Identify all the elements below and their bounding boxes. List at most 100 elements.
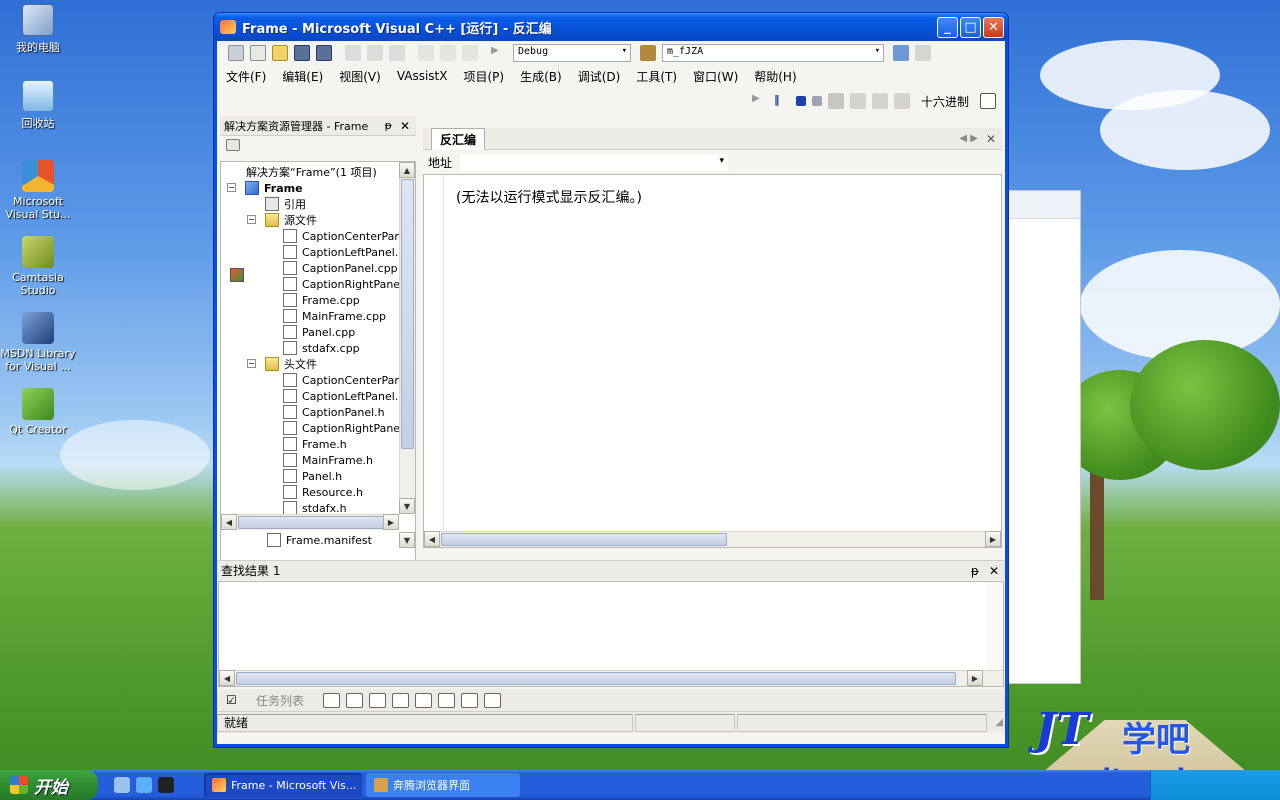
tree-item[interactable]: MainFrame.h bbox=[283, 452, 373, 468]
tree-item[interactable]: MainFrame.cpp bbox=[283, 308, 386, 324]
desktop-icon-camtasia[interactable]: Camtasia Studio bbox=[0, 236, 76, 297]
scroll-down-button[interactable]: ▼ bbox=[399, 498, 415, 514]
system-tray[interactable] bbox=[1150, 770, 1280, 800]
tree-item[interactable]: CaptionCenterPanel bbox=[283, 228, 411, 244]
desktop-icon-visual-studio[interactable]: Microsoft Visual Stu... bbox=[0, 160, 76, 221]
desktop-icon-msdn[interactable]: MSDN Library for Visual ... bbox=[0, 312, 76, 373]
qq-icon[interactable] bbox=[158, 777, 174, 793]
tree-item[interactable]: CaptionCenterPanel bbox=[283, 372, 411, 388]
find-results-panel[interactable]: ◀ ▶ bbox=[218, 581, 1004, 687]
find-results-icon[interactable] bbox=[392, 692, 410, 708]
step-into-icon[interactable] bbox=[849, 93, 866, 109]
tree-item[interactable]: Panel.cpp bbox=[283, 324, 355, 340]
menu-debug[interactable]: 调试(D) bbox=[578, 68, 621, 85]
tree-item[interactable]: stdafx.cpp bbox=[283, 340, 360, 356]
show-next-statement-icon[interactable] bbox=[827, 93, 844, 109]
call-stack-icon[interactable] bbox=[484, 692, 502, 708]
properties-icon[interactable] bbox=[226, 139, 240, 151]
tab-task-list[interactable]: 任务列表 bbox=[256, 692, 304, 709]
close-button[interactable]: ✕ bbox=[983, 16, 1004, 38]
menu-build[interactable]: 生成(B) bbox=[520, 68, 562, 85]
show-desktop-icon[interactable] bbox=[114, 777, 130, 793]
tree-item[interactable]: Panel.h bbox=[283, 468, 342, 484]
tree-item[interactable]: CaptionLeftPanel.h bbox=[283, 388, 405, 404]
menu-help[interactable]: 帮助(H) bbox=[754, 68, 796, 85]
restart-icon[interactable] bbox=[811, 96, 822, 106]
find-symbol-icon[interactable] bbox=[369, 692, 387, 708]
watch-icon[interactable] bbox=[461, 692, 479, 708]
properties-icon[interactable] bbox=[915, 45, 931, 61]
scroll-left-button[interactable]: ◀ bbox=[424, 531, 440, 547]
pin-icon[interactable]: ᵽ bbox=[385, 119, 392, 132]
break-all-icon[interactable]: ‖ bbox=[774, 93, 790, 109]
browser-icon[interactable] bbox=[136, 777, 152, 793]
chevron-down-icon[interactable]: ▾ bbox=[719, 156, 724, 166]
collapse-icon[interactable]: − bbox=[227, 183, 236, 192]
start-button[interactable]: 开始 bbox=[0, 770, 98, 800]
resize-grip-icon[interactable]: ◢ bbox=[995, 717, 1003, 728]
scroll-thumb[interactable] bbox=[441, 533, 727, 546]
tree-item[interactable]: CaptionLeftPanel.cp bbox=[283, 244, 411, 260]
desktop-icon-my-computer[interactable]: 我的电脑 bbox=[0, 4, 76, 55]
find-combo[interactable]: m_fJZA ▾ bbox=[662, 44, 884, 62]
tree-item[interactable]: 源文件 bbox=[265, 212, 317, 228]
background-window[interactable] bbox=[1008, 190, 1081, 684]
scroll-down-button[interactable]: ▼ bbox=[399, 532, 415, 548]
tree-item[interactable]: 解决方案“Frame”(1 项目) bbox=[227, 164, 377, 282]
hex-display-toggle[interactable]: 十六进制 bbox=[921, 93, 969, 110]
locals-icon[interactable] bbox=[438, 692, 456, 708]
continue-icon[interactable]: ▶ bbox=[752, 93, 768, 109]
stop-debugging-icon[interactable] bbox=[795, 96, 806, 106]
tree-item[interactable]: Frame.cpp bbox=[283, 292, 360, 308]
maximize-button[interactable]: □ bbox=[960, 16, 981, 38]
tree-item[interactable]: CaptionRightPanel.h bbox=[283, 420, 414, 436]
scroll-thumb[interactable] bbox=[236, 672, 956, 685]
menu-tools[interactable]: 工具(T) bbox=[636, 68, 677, 85]
menu-project[interactable]: 项目(P) bbox=[463, 68, 504, 85]
address-input[interactable]: ▾ bbox=[460, 153, 729, 171]
paste-icon[interactable] bbox=[389, 45, 405, 61]
save-icon[interactable] bbox=[294, 45, 310, 61]
menu-window[interactable]: 窗口(W) bbox=[693, 68, 738, 85]
pin-icon[interactable]: ᵽ bbox=[971, 564, 979, 578]
open-icon[interactable] bbox=[272, 45, 288, 61]
scroll-thumb[interactable] bbox=[238, 516, 384, 529]
taskbar-button-vs[interactable]: Frame - Microsoft Vis... bbox=[204, 773, 362, 797]
tree-item[interactable]: Frame bbox=[245, 180, 303, 196]
add-item-icon[interactable] bbox=[250, 45, 266, 61]
horizontal-scrollbar[interactable]: ◀ ▶ bbox=[219, 670, 1003, 686]
minimize-button[interactable]: _ bbox=[937, 16, 958, 38]
step-out-icon[interactable] bbox=[893, 93, 910, 109]
tree-item[interactable]: CaptionPanel.cpp bbox=[283, 260, 398, 276]
horizontal-scrollbar[interactable]: ◀ ▶ bbox=[221, 514, 399, 530]
solution-config-dropdown[interactable]: Debug ▾ bbox=[513, 44, 631, 62]
menu-vassistx[interactable]: VAssistX bbox=[397, 69, 448, 83]
step-over-icon[interactable] bbox=[871, 93, 888, 109]
close-icon[interactable]: ✕ bbox=[986, 132, 996, 146]
title-bar[interactable]: Frame - Microsoft Visual C++ [运行] - 反汇编 … bbox=[214, 13, 1008, 41]
tab-disassembly[interactable]: 反汇编 bbox=[431, 127, 486, 150]
scroll-right-button[interactable]: ▶ bbox=[967, 670, 983, 686]
tree-item[interactable]: Frame.h bbox=[283, 436, 347, 452]
solution-explorer-icon[interactable] bbox=[893, 45, 909, 61]
breakpoints-icon[interactable] bbox=[980, 93, 996, 109]
scroll-right-button[interactable]: ▶ bbox=[985, 531, 1001, 547]
scroll-right-button[interactable]: ▶ bbox=[383, 514, 399, 530]
close-icon[interactable]: ✕ bbox=[989, 564, 999, 578]
scroll-left-button[interactable]: ◀ bbox=[221, 514, 237, 530]
tree-item[interactable]: 引用 bbox=[265, 196, 306, 212]
collapse-icon[interactable]: − bbox=[247, 215, 256, 224]
disassembly-view[interactable]: (无法以运行模式显示反汇编。) ◀ ▶ bbox=[423, 174, 1002, 548]
undo-icon[interactable] bbox=[418, 45, 434, 61]
horizontal-scrollbar[interactable]: ◀ ▶ bbox=[424, 531, 1001, 547]
cut-icon[interactable] bbox=[345, 45, 361, 61]
start-icon[interactable]: ▶ bbox=[491, 45, 507, 61]
scroll-left-button[interactable]: ◀ bbox=[219, 670, 235, 686]
command-window-icon[interactable] bbox=[323, 692, 341, 708]
desktop-icon-recycle-bin[interactable]: 回收站 bbox=[0, 80, 76, 131]
collapse-icon[interactable]: − bbox=[247, 359, 256, 368]
tree-item[interactable]: Resource.h bbox=[283, 484, 363, 500]
close-icon[interactable]: ✕ bbox=[400, 119, 410, 133]
taskbar-button-browser[interactable]: 奔腾浏览器界面 bbox=[366, 773, 520, 797]
menu-edit[interactable]: 编辑(E) bbox=[282, 68, 323, 85]
